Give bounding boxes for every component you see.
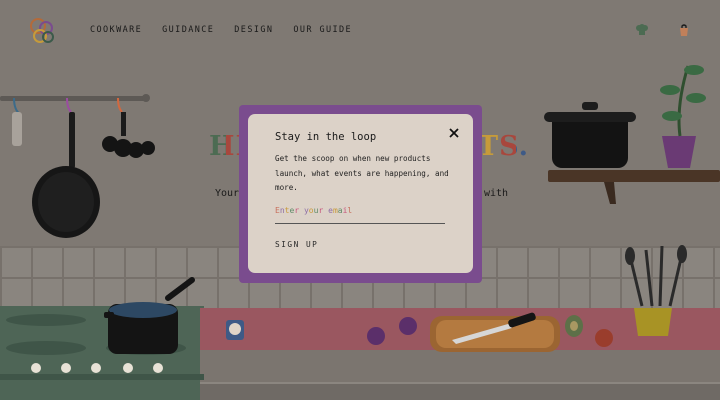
nav-link-cookware[interactable]: COOKWARE: [90, 25, 142, 35]
nav-link-guidance[interactable]: GUIDANCE: [162, 25, 214, 35]
chef-hat-icon[interactable]: [634, 22, 650, 38]
cabinet-edge: [200, 382, 720, 400]
sign-up-button[interactable]: SIGN UP: [275, 240, 318, 249]
modal-description: Get the scoop on when new products launc…: [275, 154, 449, 192]
modal-title: Stay in the loop: [275, 131, 377, 143]
email-input[interactable]: [275, 204, 445, 224]
top-navigation: COOKWARE GUIDANCE DESIGN OUR GUIDE: [0, 0, 720, 62]
nav-link-design[interactable]: DESIGN: [234, 25, 273, 35]
hero-subtitle-right: with: [484, 188, 509, 199]
shelf-illustration: [544, 65, 720, 204]
close-icon[interactable]: [447, 126, 461, 140]
hero-title-right: TS.: [478, 131, 530, 162]
brand-logo[interactable]: [28, 16, 58, 46]
nav-link-our-guide[interactable]: OUR GUIDE: [293, 25, 352, 35]
utensil-rail-illustration: [0, 94, 155, 238]
stove-illustration: [0, 277, 204, 380]
hero-subtitle-left: Your: [215, 188, 240, 199]
nav-links: COOKWARE GUIDANCE DESIGN OUR GUIDE: [90, 25, 352, 35]
shopping-bag-icon[interactable]: [676, 22, 692, 38]
newsletter-modal: Stay in the loop Get the scoop on when n…: [248, 114, 473, 273]
